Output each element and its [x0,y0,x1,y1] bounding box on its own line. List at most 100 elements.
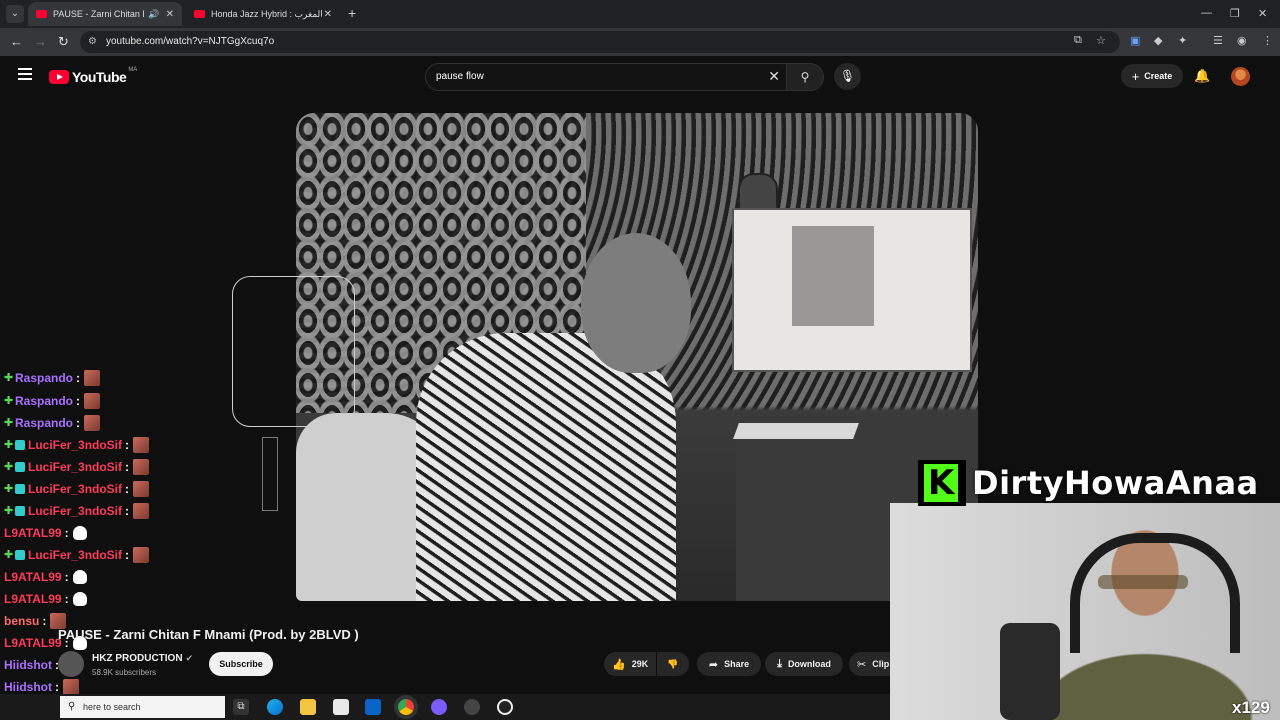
new-tab-button[interactable]: + [348,6,356,20]
chat-emote [84,415,101,431]
outlook-icon[interactable] [365,699,381,715]
chat-username: LuciFer_3ndoSif [28,460,123,474]
chat-message: ✚ Raspando: [4,391,101,411]
combo-counter: x129 [1232,698,1270,717]
like-button[interactable]: 👍 29K [604,652,656,676]
tab-close-icon[interactable]: ✕ [324,9,332,20]
vip-badge-icon [15,506,25,516]
task-view-icon[interactable]: ⧉ [233,699,249,715]
sub-badge-icon: ✚ [4,549,14,561]
chat-message: bensu: [4,611,67,631]
search-icon: ⚲ [800,70,810,84]
browser-tab-strip: ⌄ PAUSE - Zarni Chitan F Mnami 🔊 ✕ Honda… [0,0,1280,28]
webcam-headset [1070,533,1240,653]
share-button[interactable]: ➦ Share [697,652,761,676]
back-arrow-icon[interactable]: ← [10,34,23,50]
sub-badge-icon: ✚ [4,461,14,473]
site-info-icon[interactable]: ⚙ [88,36,97,47]
obs-icon[interactable] [464,699,480,715]
video-player[interactable] [296,113,978,601]
restricted-stamp [262,437,278,511]
puzzle-extensions-icon[interactable]: ✦ [1178,34,1187,47]
country-code: MA [128,67,138,73]
chat-username: L9ATAL99 [4,636,62,650]
chat-message: ✚ Raspando: [4,370,101,386]
chat-username: Raspando [15,416,74,430]
video-title: PAUSE - Zarni Chitan F Mnami (Prod. by 2… [58,627,359,642]
chat-message: ✚ LuciFer_3ndoSif: [4,501,150,521]
scissors-icon: ✂ [857,658,867,671]
browser-menu-icon[interactable]: ⋮ [1262,34,1273,47]
discord-icon[interactable] [431,699,447,715]
youtube-logo[interactable]: YouTube MA [49,67,138,85]
menu-icon[interactable] [18,68,32,80]
tab-search-button[interactable]: ⌄ [6,5,24,23]
notifications-bell-icon[interactable]: 🔔 [1194,68,1210,84]
subscribe-button[interactable]: Subscribe [209,652,273,676]
create-button[interactable]: + Create [1121,64,1183,88]
app-icon[interactable] [497,699,513,715]
streamer-name: DirtyHowaAnaa [972,464,1259,502]
speaker-icon[interactable]: 🔊 [148,9,159,20]
tab-close-icon[interactable]: ✕ [166,9,174,20]
bookmark-star-icon[interactable]: ☆ [1096,34,1106,47]
kick-logo-icon: K [918,460,966,506]
reload-icon[interactable]: ↻ [58,34,69,50]
sub-badge-icon: ✚ [4,439,14,451]
taskbar-search[interactable]: ⚲ here to search [60,696,225,718]
dislike-button[interactable]: 👎 [657,652,689,676]
profile-icon[interactable]: ◉ [1237,34,1247,47]
vip-badge-icon [15,440,25,450]
channel-name: HKZ PRODUCTION [92,653,183,664]
forward-arrow-icon[interactable]: → [34,34,47,50]
taskbar-search-placeholder: here to search [83,702,141,712]
chat-username: LuciFer_3ndoSif [28,548,123,562]
chat-message: ✚ LuciFer_3ndoSif: [4,457,150,477]
channel-name-link[interactable]: HKZ PRODUCTION ✔ [92,653,193,664]
url-text: youtube.com/watch?v=NJTGgXcuq7o [106,36,275,47]
subscriber-count: 58.9K subscribers [92,668,157,677]
chat-username: L9ATAL99 [4,526,62,540]
vip-badge-icon [15,462,25,472]
edge-icon[interactable] [267,699,283,715]
install-app-icon[interactable]: ⧉ [1074,34,1082,47]
chrome-icon[interactable] [398,699,414,715]
chat-username: L9ATAL99 [4,570,62,584]
translate-extension-icon[interactable]: ▣ [1130,34,1140,47]
file-explorer-icon[interactable] [300,699,316,715]
address-bar[interactable]: ⚙ youtube.com/watch?v=NJTGgXcuq7o [80,31,1120,53]
chat-username: LuciFer_3ndoSif [28,504,123,518]
chat-emote [63,679,79,695]
clear-search-icon[interactable]: ✕ [768,68,780,85]
chat-message: ✚ LuciFer_3ndoSif: [4,545,150,565]
account-avatar[interactable] [1231,67,1250,86]
sub-badge-icon: ✚ [4,395,14,407]
tab-title: PAUSE - Zarni Chitan F Mnami [53,9,144,19]
chat-emote [84,370,101,386]
download-button[interactable]: ⤓ Download [765,652,843,676]
chat-emote [133,437,150,453]
chat-emote [84,393,101,409]
extension-icon[interactable]: ◆ [1154,34,1162,47]
streamer-banner: K DirtyHowaAnaa [918,459,1280,507]
search-icon: ⚲ [68,701,76,712]
chat-emote [133,503,150,519]
webcam-glasses [1098,575,1188,589]
chat-message: L9ATAL99: [4,523,87,543]
search-button[interactable]: ⚲ [786,63,824,91]
reading-list-icon[interactable]: ☰ [1213,34,1223,47]
restore-icon[interactable]: ❐ [1230,7,1240,20]
minimize-icon[interactable]: — [1201,7,1212,19]
tab-inactive[interactable]: Honda Jazz Hybrid : فالمغرب ✕ [186,2,340,26]
sub-badge-icon: ✚ [4,372,14,384]
voice-search-button[interactable]: 🎙 [834,63,861,90]
tab-active[interactable]: PAUSE - Zarni Chitan F Mnami 🔊 ✕ [28,2,182,26]
search-input[interactable]: pause flow ✕ [425,63,787,91]
window-close-icon[interactable]: ✕ [1258,7,1267,20]
chat-username: Raspando [15,371,74,385]
channel-avatar[interactable] [58,651,84,677]
chat-username: LuciFer_3ndoSif [28,482,123,496]
thumbs-down-icon: 👎 [667,658,679,669]
store-icon[interactable] [333,699,349,715]
logo-text: YouTube [72,69,127,85]
